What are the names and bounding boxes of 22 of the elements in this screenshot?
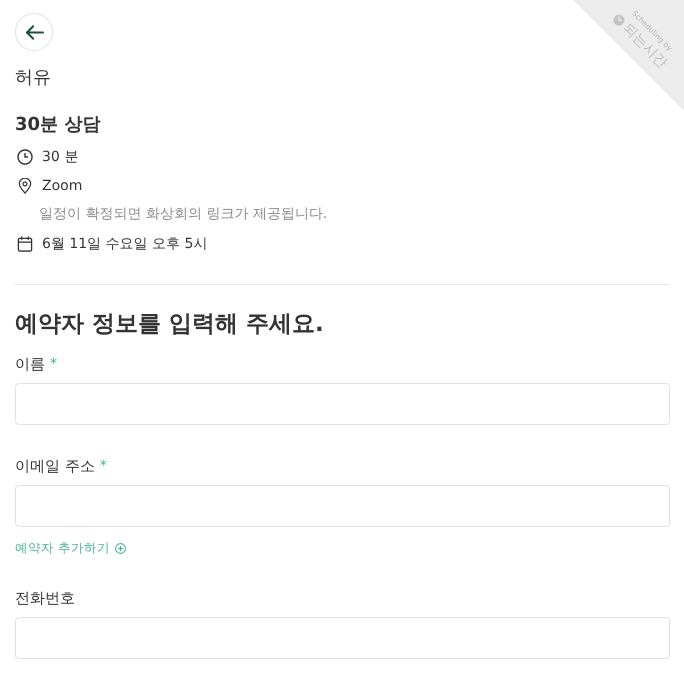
required-mark: *	[100, 457, 107, 476]
plus-circle-icon	[114, 542, 126, 554]
detail-text: Zoom	[42, 176, 82, 196]
clock-icon	[17, 148, 33, 164]
field-label: 전화번호	[15, 588, 75, 609]
required-mark: *	[50, 355, 57, 374]
location-pin-icon	[17, 178, 33, 194]
field-label: 이름	[15, 354, 45, 375]
form-title: 예약자 정보를 입력해 주세요.	[15, 310, 324, 339]
field-label: 이메일 주소	[15, 456, 95, 477]
detail-note: 일정이 확정되면 화상회의 링크가 제공됩니다.	[38, 205, 328, 224]
detail-text: 30 분	[42, 148, 78, 166]
host-name: 허유	[15, 66, 51, 90]
back-button[interactable]	[15, 13, 53, 51]
text-input[interactable]	[15, 617, 670, 659]
calendar-icon	[17, 236, 33, 252]
add-attendee-link[interactable]: 예약자 추가하기	[15, 539, 126, 557]
event-title: 30분 상담	[15, 113, 100, 137]
arrow-left-icon	[24, 24, 44, 40]
text-input[interactable]	[15, 485, 670, 527]
detail-text: 6월 11일 수요일 오후 5시	[42, 234, 208, 254]
text-input[interactable]	[15, 383, 670, 425]
